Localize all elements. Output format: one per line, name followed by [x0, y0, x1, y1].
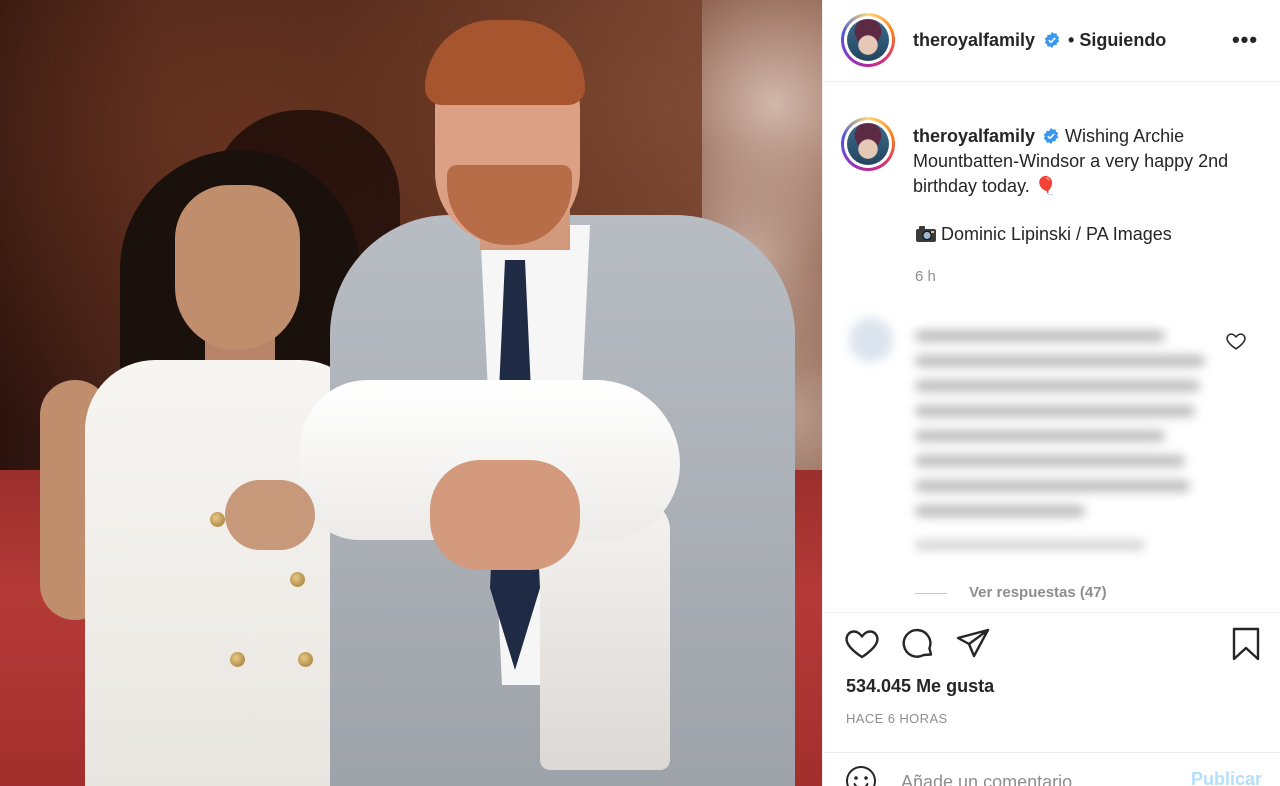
verified-badge-icon	[1043, 128, 1059, 144]
dress-button	[290, 572, 305, 587]
camera-emoji-icon	[916, 226, 936, 242]
comment-like-heart-icon[interactable]	[1225, 330, 1247, 352]
blurred-comment	[843, 312, 1243, 572]
profile-avatar[interactable]	[841, 13, 895, 67]
publish-button[interactable]: Publicar	[1191, 769, 1262, 786]
photo-credit-text: Dominic Lipinski / PA Images	[941, 224, 1172, 244]
blurred-text-line	[915, 380, 1200, 392]
man-hands	[430, 460, 580, 570]
like-count[interactable]: 534.045 Me gusta	[846, 676, 994, 697]
paper-plane-icon[interactable]	[955, 626, 991, 662]
more-options-button[interactable]: •••	[1227, 28, 1263, 52]
comment-input[interactable]	[901, 769, 1181, 786]
avatar-ring	[844, 120, 892, 168]
follow-status[interactable]: • Siguiendo	[1068, 30, 1166, 51]
comment-avatar	[849, 318, 893, 362]
blurred-text-line	[915, 330, 1165, 342]
avatar-image	[847, 19, 889, 61]
avatar-ring	[844, 16, 892, 64]
verified-badge-icon	[1044, 32, 1060, 48]
follow-status-label: Siguiendo	[1079, 30, 1167, 50]
smiley-icon[interactable]	[845, 765, 877, 786]
dress-button	[210, 512, 225, 527]
post-caption: theroyalfamily Wishing Archie Mountbatte…	[913, 124, 1253, 199]
post-header: theroyalfamily • Siguiendo •••	[823, 0, 1280, 82]
avatar-image	[847, 123, 889, 165]
dress-button	[298, 652, 313, 667]
bookmark-icon[interactable]	[1228, 626, 1264, 662]
blurred-text-line	[915, 355, 1205, 367]
blurred-text-line	[915, 505, 1085, 517]
add-comment-bar: Publicar	[823, 752, 1280, 786]
blurred-text-line	[915, 405, 1195, 417]
header-username[interactable]: theroyalfamily	[913, 30, 1035, 50]
blurred-text-line	[915, 480, 1190, 492]
posted-time[interactable]: HACE 6 HORAS	[846, 711, 948, 726]
woman-hand	[225, 480, 315, 550]
post-sidebar: theroyalfamily • Siguiendo ••• theroyalf…	[822, 0, 1280, 786]
caption-avatar[interactable]	[841, 117, 895, 171]
post-photo[interactable]	[0, 0, 822, 786]
caption-username[interactable]: theroyalfamily	[913, 126, 1035, 146]
blurred-comment-meta	[915, 540, 1145, 550]
blurred-text-line	[915, 455, 1185, 467]
comment-bubble-icon[interactable]	[900, 626, 936, 662]
caption-time[interactable]: 6 h	[915, 268, 936, 285]
header-username-block: theroyalfamily	[913, 30, 1060, 51]
view-replies-link[interactable]: Ver respuestas (47)	[915, 584, 1107, 601]
dress-button	[230, 652, 245, 667]
woman-face	[175, 185, 300, 350]
photo-credit: Dominic Lipinski / PA Images	[915, 224, 1172, 245]
heart-icon[interactable]	[844, 626, 880, 662]
actions-divider	[823, 612, 1280, 613]
blurred-text-line	[915, 430, 1165, 442]
